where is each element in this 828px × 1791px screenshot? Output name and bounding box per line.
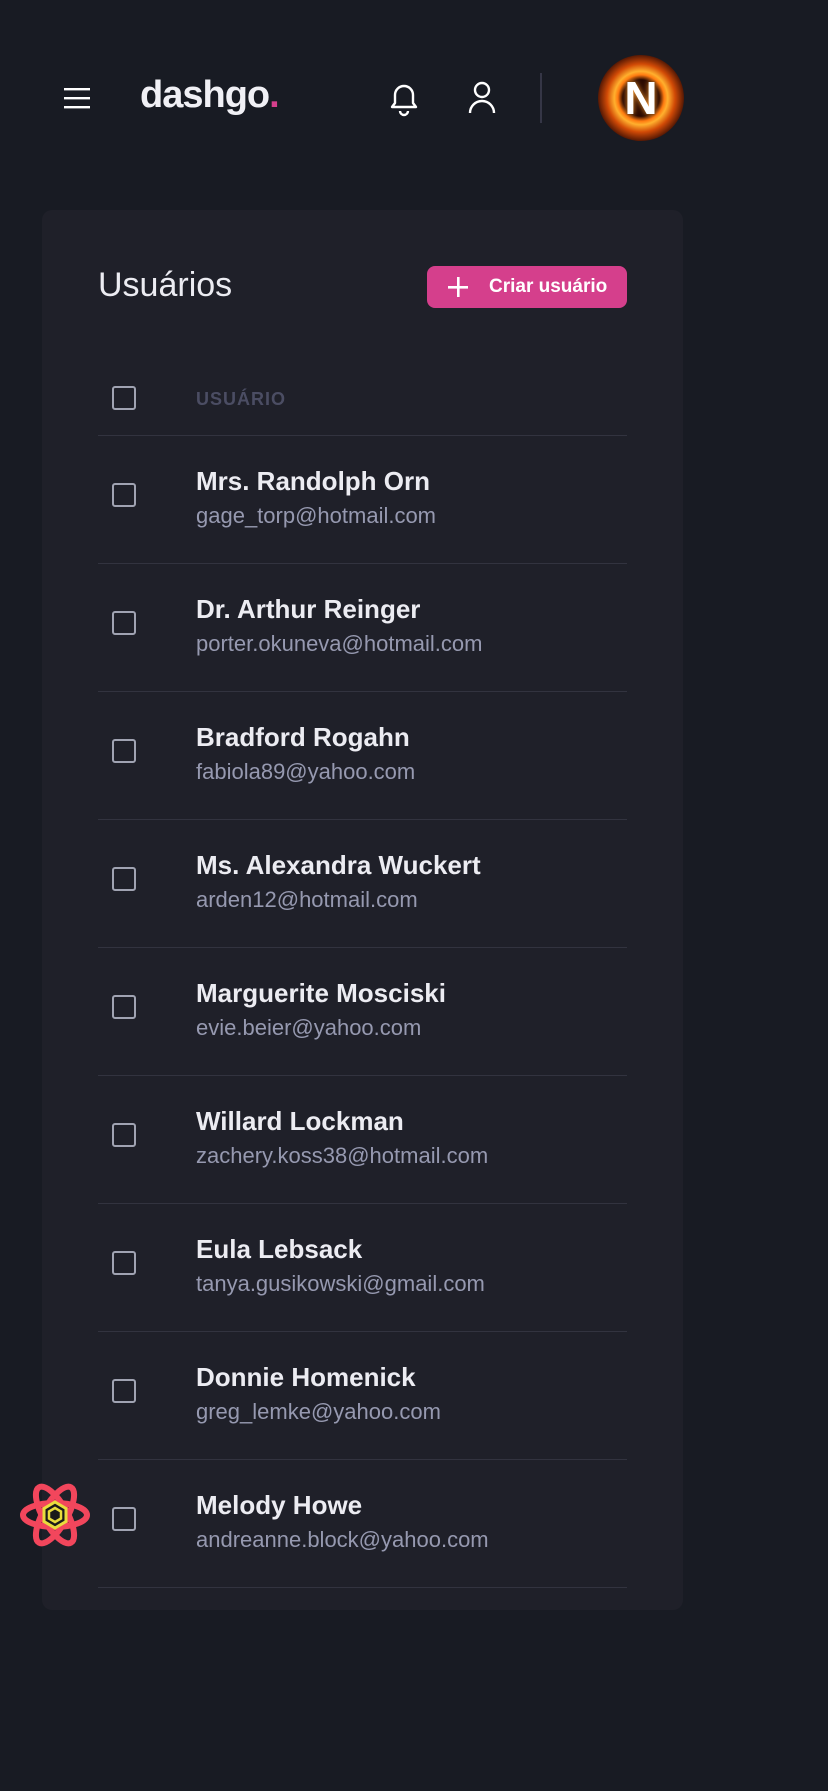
row-checkbox[interactable] — [112, 1507, 136, 1531]
hamburger-menu-icon[interactable] — [62, 84, 92, 112]
create-user-label: Criar usuário — [489, 276, 608, 297]
select-all-checkbox[interactable] — [112, 386, 136, 410]
user-email: evie.beier@yahoo.com — [196, 1015, 422, 1040]
table-row: Willard Lockman zachery.koss38@hotmail.c… — [98, 1076, 627, 1204]
user-name: Eula Lebsack — [196, 1234, 363, 1264]
table-row: Bradford Rogahn fabiola89@yahoo.com — [98, 692, 627, 820]
table-row: Ms. Alexandra Wuckert arden12@hotmail.co… — [98, 820, 627, 948]
user-list: Mrs. Randolph Orn gage_torp@hotmail.com … — [98, 436, 627, 1588]
row-checkbox[interactable] — [112, 867, 136, 891]
table-header: USUÁRIO — [98, 350, 627, 436]
row-checkbox[interactable] — [112, 611, 136, 635]
row-checkbox[interactable] — [112, 1251, 136, 1275]
user-name: Ms. Alexandra Wuckert — [196, 850, 481, 880]
user-name: Melody Howe — [196, 1490, 363, 1520]
row-checkbox[interactable] — [112, 739, 136, 763]
user-email: fabiola89@yahoo.com — [196, 759, 416, 784]
user-name: Donnie Homenick — [196, 1362, 416, 1392]
table-row: Mrs. Randolph Orn gage_torp@hotmail.com — [98, 436, 627, 564]
user-name: Willard Lockman — [196, 1106, 404, 1136]
table-row: Eula Lebsack tanya.gusikowski@gmail.com — [98, 1204, 627, 1332]
app-logo[interactable]: dashgo. — [140, 74, 280, 117]
user-email: porter.okuneva@hotmail.com — [196, 631, 483, 656]
user-email: zachery.koss38@hotmail.com — [196, 1143, 489, 1168]
user-email: tanya.gusikowski@gmail.com — [196, 1271, 485, 1296]
app-header: dashgo. N — [0, 0, 725, 200]
table-row: Marguerite Mosciski evie.beier@yahoo.com — [98, 948, 627, 1076]
header-divider — [540, 73, 542, 123]
row-checkbox[interactable] — [112, 995, 136, 1019]
column-header-user: USUÁRIO — [196, 389, 287, 409]
user-name: Mrs. Randolph Orn — [196, 466, 430, 496]
logo-dot: . — [269, 74, 280, 116]
user-name: Bradford Rogahn — [196, 722, 410, 752]
react-devtools-icon[interactable] — [20, 1480, 90, 1550]
user-name: Dr. Arthur Reinger — [196, 594, 421, 624]
avatar-letter: N — [624, 72, 658, 124]
plus-icon — [448, 277, 468, 297]
users-card: Usuários Criar usuário USUÁRIO Mrs. Rand… — [42, 210, 683, 1610]
user-email: greg_lemke@yahoo.com — [196, 1399, 441, 1424]
logo-text: dashgo — [140, 74, 270, 116]
table-row: Dr. Arthur Reinger porter.okuneva@hotmai… — [98, 564, 627, 692]
user-name: Marguerite Mosciski — [196, 978, 446, 1008]
row-checkbox[interactable] — [112, 1123, 136, 1147]
bell-icon[interactable] — [387, 80, 421, 118]
create-user-button[interactable]: Criar usuário — [427, 266, 627, 308]
table-row: Melody Howe andreanne.block@yahoo.com — [98, 1460, 627, 1588]
user-icon[interactable] — [466, 80, 498, 116]
page-title: Usuários — [98, 266, 233, 304]
user-email: andreanne.block@yahoo.com — [196, 1527, 489, 1552]
user-email: gage_torp@hotmail.com — [196, 503, 437, 528]
avatar[interactable]: N — [598, 55, 684, 141]
row-checkbox[interactable] — [112, 1379, 136, 1403]
table-row: Donnie Homenick greg_lemke@yahoo.com — [98, 1332, 627, 1460]
row-checkbox[interactable] — [112, 483, 136, 507]
user-email: arden12@hotmail.com — [196, 887, 418, 912]
